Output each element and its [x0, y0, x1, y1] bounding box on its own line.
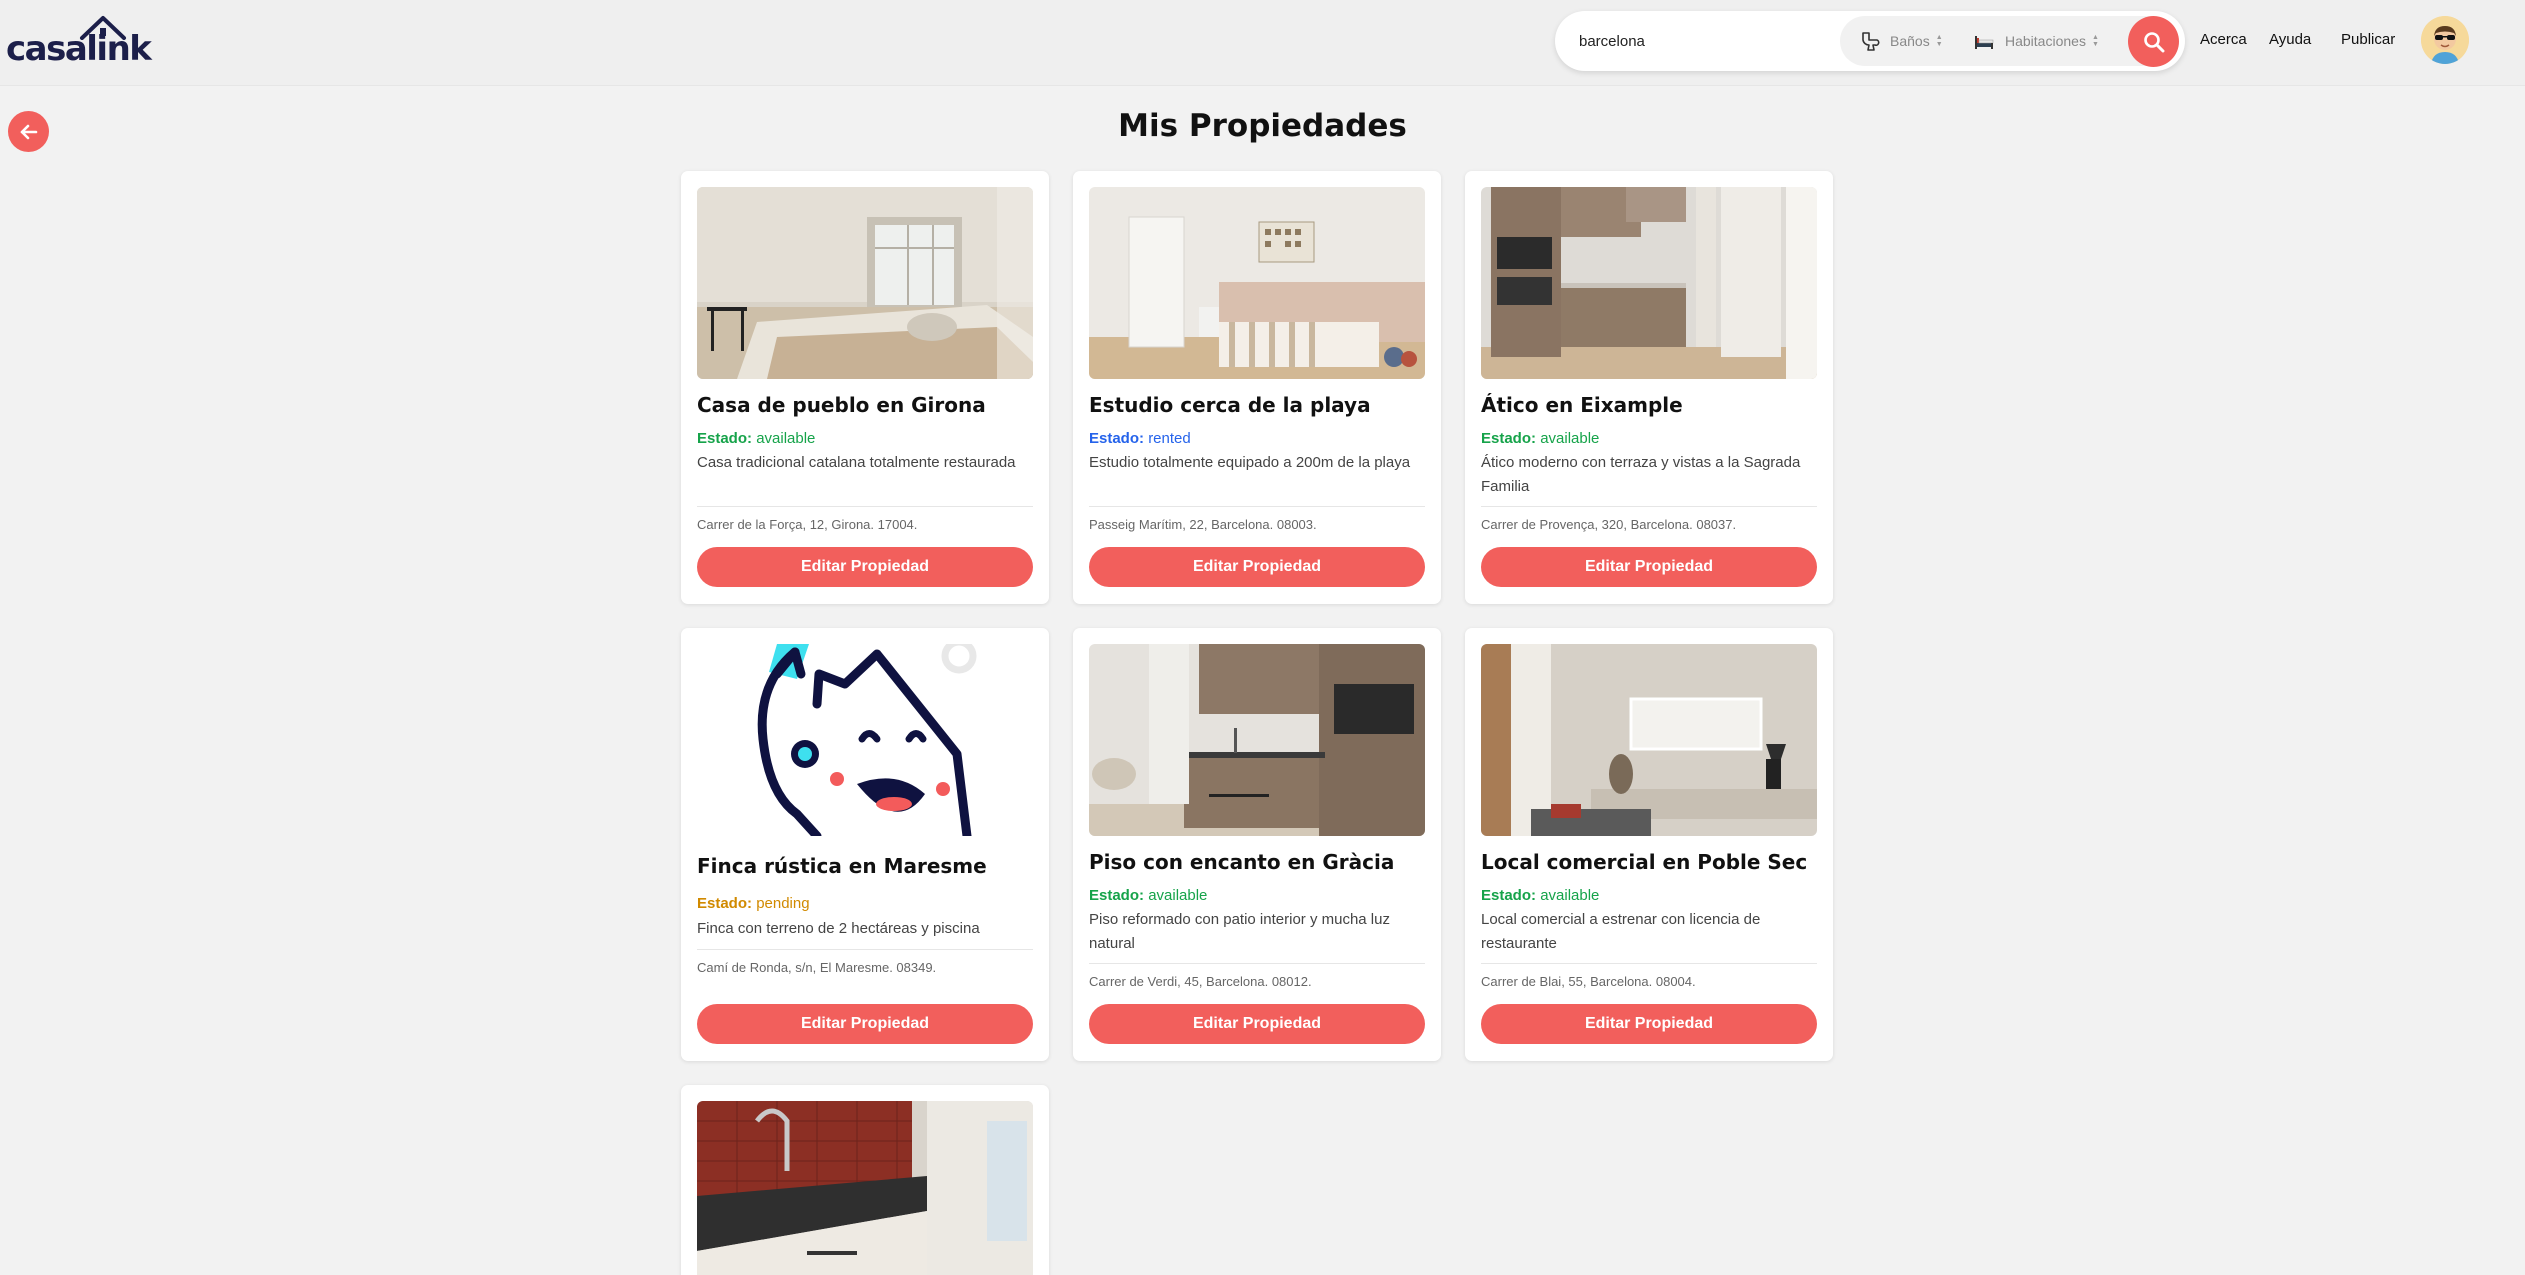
- status-label: Estado:: [1089, 887, 1145, 904]
- property-photo-kids-room[interactable]: [1089, 187, 1425, 379]
- property-card: Finca rústica en Maresme Estado: pending…: [681, 628, 1049, 1061]
- property-photo-bedroom[interactable]: [697, 187, 1033, 379]
- property-photo-kitchen-counter[interactable]: [697, 1101, 1033, 1275]
- status-label: Estado:: [697, 430, 753, 447]
- property-address: Carrer de Provença, 320, Barcelona. 0803…: [1481, 517, 1737, 532]
- property-title: Finca rústica en Maresme: [697, 854, 987, 878]
- property-description: Piso reformado con patio interior y much…: [1089, 911, 1390, 952]
- property-card: Ático en Eixample Estado: available Átic…: [1465, 171, 1833, 604]
- status-label: Estado:: [697, 895, 753, 912]
- property-card: Estudio cerca de la playa Estado: rented…: [1073, 171, 1441, 604]
- divider: [1089, 963, 1425, 964]
- status-value: rented: [1148, 430, 1191, 447]
- divider: [1481, 963, 1817, 964]
- habitaciones-stepper[interactable]: ▲ ▼: [2092, 34, 2099, 48]
- property-card: [681, 1085, 1049, 1275]
- status-value: available: [1148, 887, 1208, 904]
- property-card: Casa de pueblo en Girona Estado: availab…: [681, 171, 1049, 604]
- divider: [1481, 506, 1817, 507]
- banos-stepper[interactable]: ▲ ▼: [1936, 34, 1943, 48]
- property-title: Casa de pueblo en Girona: [697, 393, 986, 417]
- page-title: Mis Propiedades: [1118, 108, 1407, 144]
- nav-ayuda[interactable]: Ayuda: [2269, 31, 2311, 48]
- top-header: casalink Baños ▲▼ Habitaciones: [0, 0, 2525, 86]
- property-status: Estado: available: [1481, 887, 1599, 904]
- nav-acerca[interactable]: Acerca: [2200, 31, 2247, 48]
- property-address: Carrer de la Força, 12, Girona. 17004.: [697, 517, 918, 532]
- property-description: Finca con terreno de 2 hectáreas y pisci…: [697, 920, 980, 937]
- property-description: Local comercial a estrenar con licencia …: [1481, 911, 1761, 952]
- property-title: Estudio cerca de la playa: [1089, 393, 1371, 417]
- habitaciones-placeholder: Habitaciones: [2005, 33, 2086, 49]
- edit-property-button[interactable]: Editar Propiedad: [697, 1004, 1033, 1044]
- property-address: Carrer de Verdi, 45, Barcelona. 08012.: [1089, 974, 1312, 989]
- divider: [697, 506, 1033, 507]
- nav-publicar[interactable]: Publicar: [2341, 31, 2395, 48]
- status-value: available: [756, 430, 816, 447]
- habitaciones-filter[interactable]: Habitaciones ▲ ▼: [1973, 16, 2099, 66]
- status-label: Estado:: [1481, 430, 1537, 447]
- property-title: Local comercial en Poble Sec: [1481, 850, 1808, 874]
- logo-text: casalink: [6, 29, 152, 69]
- property-description: Estudio totalmente equipado a 200m de la…: [1089, 454, 1411, 471]
- property-card: Local comercial en Poble Sec Estado: ava…: [1465, 628, 1833, 1061]
- divider: [697, 949, 1033, 950]
- status-value: pending: [756, 895, 810, 912]
- search-icon: [2143, 31, 2164, 52]
- search-input[interactable]: [1579, 31, 1819, 51]
- property-status: Estado: rented: [1089, 430, 1191, 447]
- casalink-mascot-icon: [697, 644, 1033, 836]
- toilet-icon: [1862, 32, 1880, 51]
- property-title: Ático en Eixample: [1481, 393, 1683, 417]
- status-value: available: [1540, 430, 1600, 447]
- property-title: Piso con encanto en Gràcia: [1089, 850, 1395, 874]
- property-photo-living-room[interactable]: [1481, 644, 1817, 836]
- search-bar: Baños ▲▼ Habitaciones ▲▼: [1555, 11, 2185, 71]
- edit-property-button[interactable]: Editar Propiedad: [1481, 1004, 1817, 1044]
- property-status: Estado: available: [697, 430, 815, 447]
- edit-property-button[interactable]: Editar Propiedad: [697, 547, 1033, 587]
- property-address: Passeig Marítim, 22, Barcelona. 08003.: [1089, 517, 1317, 532]
- logo[interactable]: casalink: [6, 16, 152, 69]
- property-photo-kitchenette[interactable]: [1089, 644, 1425, 836]
- status-label: Estado:: [1481, 887, 1537, 904]
- divider: [1089, 506, 1425, 507]
- property-address: Camí de Ronda, s/n, El Maresme. 08349.: [697, 960, 937, 975]
- search-button[interactable]: [2128, 16, 2179, 67]
- property-placeholder-image[interactable]: [697, 644, 1033, 836]
- banos-filter[interactable]: Baños ▲ ▼: [1858, 16, 1943, 66]
- status-label: Estado:: [1089, 430, 1145, 447]
- property-card: Piso con encanto en Gràcia Estado: avail…: [1073, 628, 1441, 1061]
- user-avatar-icon: [2421, 16, 2469, 64]
- edit-property-button[interactable]: Editar Propiedad: [1089, 547, 1425, 587]
- property-description: Ático moderno con terraza y vistas a la …: [1481, 454, 1801, 495]
- property-description: Casa tradicional catalana totalmente res…: [697, 454, 1016, 471]
- avatar[interactable]: [2421, 16, 2469, 64]
- banos-placeholder: Baños: [1890, 33, 1930, 49]
- property-photo-kitchen[interactable]: [1481, 187, 1817, 379]
- bed-icon: [1975, 36, 1994, 49]
- property-status: Estado: available: [1481, 430, 1599, 447]
- status-value: available: [1540, 887, 1600, 904]
- property-address: Carrer de Blai, 55, Barcelona. 08004.: [1481, 974, 1696, 989]
- property-status: Estado: available: [1089, 887, 1207, 904]
- edit-property-button[interactable]: Editar Propiedad: [1481, 547, 1817, 587]
- property-status: Estado: pending: [697, 895, 810, 912]
- edit-property-button[interactable]: Editar Propiedad: [1089, 1004, 1425, 1044]
